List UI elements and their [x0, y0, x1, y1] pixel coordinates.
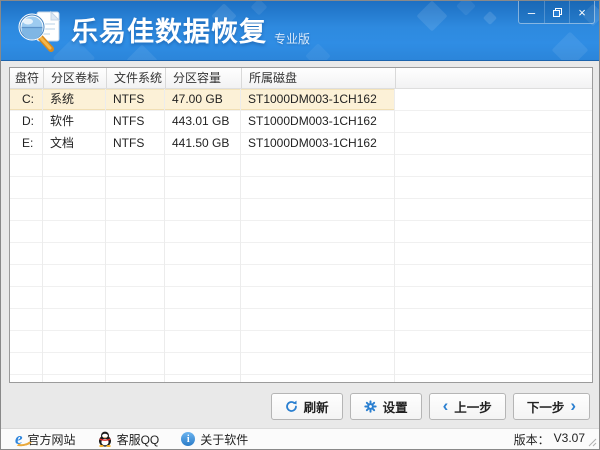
restore-button[interactable]	[544, 1, 569, 23]
customer-service-qq-label: 客服QQ	[116, 432, 160, 447]
chevron-left-icon: ‹	[442, 396, 449, 415]
window-controls: – ×	[518, 1, 595, 24]
chevron-right-icon: ›	[570, 396, 576, 415]
title-bar: 乐易佳数据恢复 专业版 – ×	[1, 1, 599, 61]
official-website-label: 官方网站	[27, 432, 76, 447]
cell-label: 系统	[50, 92, 75, 106]
customer-service-qq-link[interactable]: 客服QQ	[98, 431, 160, 448]
refresh-icon	[285, 400, 297, 412]
column-gridline	[164, 89, 165, 382]
cell-capacity: 47.00 GB	[172, 92, 223, 106]
browser-e-icon: e	[15, 429, 23, 448]
restore-icon	[552, 7, 562, 17]
cell-drive: D:	[22, 114, 34, 128]
version-label: 版本：	[513, 432, 550, 447]
close-button[interactable]: ×	[569, 1, 594, 23]
prev-step-button[interactable]: ‹ 上一步	[428, 393, 506, 420]
column-gridline	[105, 89, 106, 382]
table-header-row: 盘符 分区卷标 文件系统 分区容量 所属磁盘	[10, 68, 592, 89]
minimize-button[interactable]: –	[519, 1, 544, 23]
column-gridline	[394, 89, 395, 382]
table-row[interactable]: C: 系统 NTFS 47.00 GB ST1000DM003-1CH162	[10, 89, 592, 111]
cell-drive: C:	[22, 92, 34, 106]
version-value: V3.07	[553, 430, 585, 445]
cell-capacity: 441.50 GB	[172, 136, 230, 150]
decor-diamond	[551, 31, 589, 60]
column-header-filesystem[interactable]: 文件系统	[106, 68, 165, 88]
cell-capacity: 443.01 GB	[172, 114, 230, 128]
prev-step-label: 上一步	[454, 401, 492, 415]
partition-table: 盘符 分区卷标 文件系统 分区容量 所属磁盘 C: 系统 NTFS 47.00 …	[9, 67, 593, 383]
edition-badge: 专业版	[274, 31, 311, 46]
cell-filesystem: NTFS	[113, 114, 145, 128]
cell-disk: ST1000DM003-1CH162	[248, 136, 377, 150]
close-icon: ×	[578, 4, 586, 20]
cell-disk: ST1000DM003-1CH162	[248, 92, 377, 106]
brand: 乐易佳数据恢复 专业版	[17, 10, 310, 53]
decor-diamond	[456, 1, 476, 16]
column-gridline	[240, 89, 241, 382]
settings-button[interactable]: 设置	[349, 393, 422, 420]
refresh-label: 刷新	[303, 401, 329, 415]
empty-rows-area	[10, 155, 592, 382]
table-row[interactable]: E: 文档 NTFS 441.50 GB ST1000DM003-1CH162	[10, 133, 592, 155]
column-header-label[interactable]: 分区卷标	[43, 68, 106, 88]
app-title: 乐易佳数据恢复	[71, 16, 267, 47]
column-header-disk[interactable]: 所属磁盘	[241, 68, 395, 88]
decor-diamond	[482, 10, 498, 26]
app-window: 乐易佳数据恢复 专业版 – × 盘符 分区卷标 文件系统 分区容量 所属磁盘 C…	[0, 0, 600, 450]
gear-icon	[363, 400, 377, 413]
next-step-button[interactable]: 下一步 ›	[512, 393, 590, 420]
about-software-label: 关于软件	[200, 432, 249, 447]
app-logo-icon	[18, 10, 61, 52]
column-header-drive[interactable]: 盘符	[10, 68, 43, 88]
action-button-bar: 刷新 设置 ‹ 上一步 下一步 ›	[270, 393, 590, 420]
cell-drive: E:	[22, 136, 34, 150]
cell-disk: ST1000DM003-1CH162	[248, 114, 377, 128]
decor-diamond	[416, 1, 448, 32]
status-bar: e 官方网站 客服QQ i 关于软件 版本： V3.07	[1, 428, 599, 449]
minimize-icon: –	[527, 4, 536, 20]
settings-label: 设置	[382, 401, 408, 415]
next-step-label: 下一步	[526, 401, 565, 415]
info-icon: i	[181, 432, 196, 446]
version-info: 版本： V3.07	[514, 431, 585, 448]
about-software-link[interactable]: i 关于软件	[181, 431, 248, 448]
column-header-filler	[395, 68, 592, 88]
cell-label: 软件	[50, 114, 75, 128]
resize-grip[interactable]	[588, 438, 597, 447]
column-header-capacity[interactable]: 分区容量	[165, 68, 241, 88]
refresh-button[interactable]: 刷新	[270, 393, 343, 420]
column-gridline	[42, 89, 43, 382]
table-body: C: 系统 NTFS 47.00 GB ST1000DM003-1CH162 D…	[10, 89, 592, 382]
qq-penguin-icon	[98, 431, 111, 447]
official-website-link[interactable]: e 官方网站	[15, 429, 76, 448]
cell-filesystem: NTFS	[113, 136, 145, 150]
cell-filesystem: NTFS	[113, 92, 145, 106]
table-row[interactable]: D: 软件 NTFS 443.01 GB ST1000DM003-1CH162	[10, 111, 592, 133]
cell-label: 文档	[50, 136, 75, 150]
